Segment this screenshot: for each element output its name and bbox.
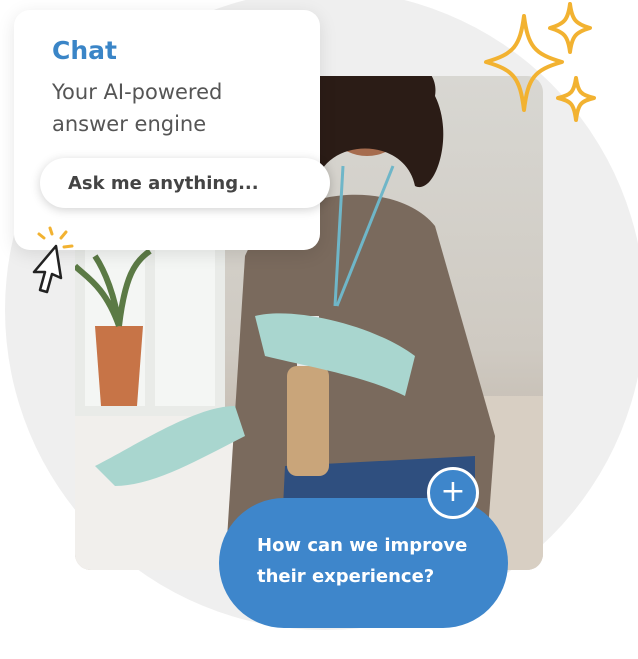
- chat-card: Chat Your AI-powered answer engine Ask m…: [14, 10, 330, 250]
- improve-bubble: How can we improve their experience?: [219, 498, 508, 628]
- improve-text: How can we improve their experience?: [257, 535, 468, 587]
- plus-button[interactable]: +: [427, 467, 479, 519]
- chat-title: Chat: [52, 36, 117, 65]
- cursor-click-icon: [28, 226, 84, 300]
- sparkles-icon: [482, 2, 602, 136]
- chat-subtitle: Your AI-powered answer engine: [52, 80, 223, 136]
- ask-input[interactable]: Ask me anything...: [40, 158, 330, 208]
